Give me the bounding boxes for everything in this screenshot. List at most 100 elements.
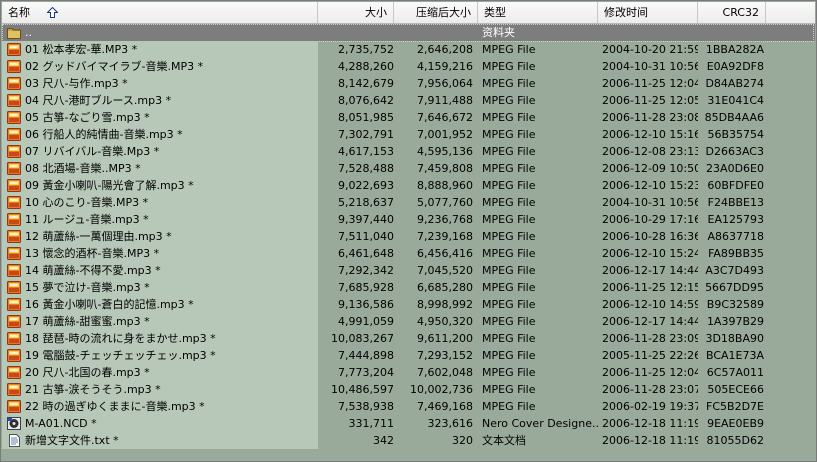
file-type: MPEG File [482, 383, 536, 396]
file-row[interactable]: 09 黃金小喇叭-陽光會了解.mp3 * 9,022,693 8,888,960 MP… [2, 177, 815, 194]
parent-folder-name: .. [25, 26, 32, 39]
file-crc32: A3C7D493 [705, 264, 764, 277]
file-packed-size: 7,911,488 [417, 94, 473, 107]
file-row[interactable]: 22 時の過ぎゆくままに-音樂.mp3 * 7,538,938 7,469,168 M… [2, 398, 815, 415]
file-crc32: 3D18BA90 [705, 332, 764, 345]
audio-file-icon [7, 60, 21, 73]
file-modified: 2006-12-18 11:19 [602, 417, 698, 430]
column-header-size[interactable]: 大小 [318, 2, 394, 23]
file-row[interactable]: 16 黃金小喇叭-蒼白的記憶.mp3 * 9,136,586 8,998,992 MP… [2, 296, 815, 313]
file-crc32: D2663AC3 [705, 145, 764, 158]
file-type: MPEG File [482, 213, 536, 226]
file-crc32: 5667DD95 [705, 281, 764, 294]
file-packed-size: 7,239,168 [417, 230, 473, 243]
file-row[interactable]: 18 琵琶-時の流れに身をまかせ.mp3 * 10,083,267 9,611,20… [2, 330, 815, 347]
file-modified: 2006-11-28 23:09 [602, 332, 698, 345]
file-type: MPEG File [482, 247, 536, 260]
file-type: MPEG File [482, 281, 536, 294]
file-row[interactable]: 04 尺八-港町ブルース.mp3 * 8,076,642 7,911,488 MPEG… [2, 92, 815, 109]
file-crc32: 9EAE0EB9 [707, 417, 764, 430]
file-row[interactable]: 17 萌蘆絲-甜蜜蜜.mp3 * 4,991,059 4,950,320 MPEG F… [2, 313, 815, 330]
file-modified: 2005-11-25 22:26 [602, 349, 698, 362]
file-name: 19 電腦鼓-チェッチェッチェッ.mp3 * [25, 349, 216, 362]
file-row[interactable]: 21 古箏-涙そうそう.mp3 * 10,486,597 10,002,736 MPE… [2, 381, 815, 398]
file-row[interactable]: 05 古箏-なごり雪.mp3 * 8,051,985 7,646,672 MPEG F… [2, 109, 815, 126]
audio-file-icon [7, 332, 21, 345]
column-header-type[interactable]: 类型 [478, 2, 598, 23]
file-packed-size: 7,646,672 [417, 111, 473, 124]
file-row[interactable]: 07 リバイバル-音樂.Mp3 * 4,617,153 4,595,136 MPEG … [2, 143, 815, 160]
column-header-packed-size-label: 压缩后大小 [416, 6, 471, 19]
file-row[interactable]: 19 電腦鼓-チェッチェッチェッ.mp3 * 7,444,898 7,293,152… [2, 347, 815, 364]
file-row[interactable]: 01 松本孝宏-華.MP3 * 2,735,752 2,646,208 MPEG Fi… [2, 41, 815, 58]
file-name: 21 古箏-涙そうそう.mp3 * [25, 383, 161, 396]
file-crc32: 6C57A011 [706, 366, 764, 379]
column-header-name[interactable]: 名称 [2, 2, 318, 23]
file-size: 4,991,059 [338, 315, 394, 328]
audio-file-icon [7, 162, 21, 175]
file-modified: 2006-02-19 19:37 [602, 400, 698, 413]
file-type: MPEG File [482, 298, 536, 311]
file-size: 10,486,597 [331, 383, 394, 396]
file-type: MPEG File [482, 196, 536, 209]
file-row[interactable]: 12 萌蘆絲-一萬個理由.mp3 * 7,511,040 7,239,168 MPEG… [2, 228, 815, 245]
file-row[interactable]: 14 萌蘆絲-不得不愛.mp3 * 7,292,342 7,045,520 MPEG … [2, 262, 815, 279]
file-row[interactable]: 20 尺八-北国の春.mp3 * 7,773,204 7,602,048 MPEG F… [2, 364, 815, 381]
nero-cover-icon [7, 417, 21, 430]
file-crc32: 85DB4AA6 [704, 111, 764, 124]
file-type: MPEG File [482, 162, 536, 175]
file-packed-size: 5,077,760 [417, 196, 473, 209]
column-header-size-label: 大小 [365, 6, 387, 19]
file-row[interactable]: 15 夢で泣け-音樂.mp3 * 7,685,928 6,685,280 MPEG F… [2, 279, 815, 296]
file-size: 9,397,440 [338, 213, 394, 226]
audio-file-icon [7, 179, 21, 192]
file-row[interactable]: 08 北酒場-音樂..MP3 * 7,528,488 7,459,808 MPEG F… [2, 160, 815, 177]
folder-icon [7, 28, 21, 39]
file-name: 22 時の過ぎゆくままに-音樂.mp3 * [25, 400, 205, 413]
file-row[interactable]: 06 行船人的純情曲-音樂.mp3 * 7,302,791 7,001,952 MPE… [2, 126, 815, 143]
file-row[interactable]: 新增文字文件.txt * 342 320 文本文档 2006-12-18 11:19 81… [2, 432, 815, 449]
file-type: MPEG File [482, 349, 536, 362]
file-row[interactable]: 11 ルージュ-音樂.mp3 * 9,397,440 9,236,768 MPEG F… [2, 211, 815, 228]
file-type: MPEG File [482, 43, 536, 56]
file-modified: 2006-12-17 14:44 [602, 264, 698, 277]
file-crc32: B9C32589 [706, 298, 764, 311]
file-modified: 2004-10-31 10:56 [602, 196, 698, 209]
column-header-packed-size[interactable]: 压缩后大小 [394, 2, 478, 23]
file-type: Nero Cover Designe... [482, 417, 600, 430]
file-row[interactable]: M-A01.NCD * 331,711 323,616 Nero Cover Desi… [2, 415, 815, 432]
audio-file-icon [7, 349, 21, 362]
file-name: 新增文字文件.txt * [25, 434, 119, 447]
file-row[interactable]: 02 グッドバイマイラブ-音樂.MP3 * 4,288,260 4,159,216 M… [2, 58, 815, 75]
file-type: 文本文档 [482, 434, 526, 447]
file-type: MPEG File [482, 145, 536, 158]
file-packed-size: 6,456,416 [417, 247, 473, 260]
file-modified: 2006-12-10 15:23 [602, 179, 698, 192]
file-crc32: 31E041C4 [707, 94, 764, 107]
file-size: 8,076,642 [338, 94, 394, 107]
file-row[interactable]: 13 懷念的酒杯-音樂.MP3 * 6,461,648 6,456,416 MPEG … [2, 245, 815, 262]
file-crc32: 81055D62 [706, 434, 764, 447]
file-row[interactable]: 10 心のこり-音樂.MP3 * 5,218,637 5,077,760 MPEG F… [2, 194, 815, 211]
file-name: 06 行船人的純情曲-音樂.mp3 * [25, 128, 183, 141]
file-size: 9,136,586 [338, 298, 394, 311]
file-crc32: 23A0D6E0 [706, 162, 764, 175]
column-header-filler [766, 2, 815, 23]
file-type: MPEG File [482, 230, 536, 243]
file-packed-size: 2,646,208 [417, 43, 473, 56]
file-type: MPEG File [482, 179, 536, 192]
file-name: 16 黃金小喇叭-蒼白的記憶.mp3 * [25, 298, 194, 311]
file-packed-size: 4,595,136 [417, 145, 473, 158]
file-row[interactable]: 03 尺八-与作.mp3 * 8,142,679 7,956,064 MPEG Fil… [2, 75, 815, 92]
file-type: MPEG File [482, 400, 536, 413]
file-modified: 2006-12-18 11:19 [602, 434, 698, 447]
file-size: 8,142,679 [338, 77, 394, 90]
column-header-modified[interactable]: 修改时间 [598, 2, 698, 23]
audio-file-icon [7, 94, 21, 107]
column-header-crc32[interactable]: CRC32 [698, 2, 766, 23]
column-header-name-label: 名称 [8, 6, 30, 19]
file-type: MPEG File [482, 366, 536, 379]
file-size: 7,528,488 [338, 162, 394, 175]
focus-rectangle [2, 24, 814, 42]
parent-folder-row[interactable]: .. 资料夹 [2, 24, 815, 42]
